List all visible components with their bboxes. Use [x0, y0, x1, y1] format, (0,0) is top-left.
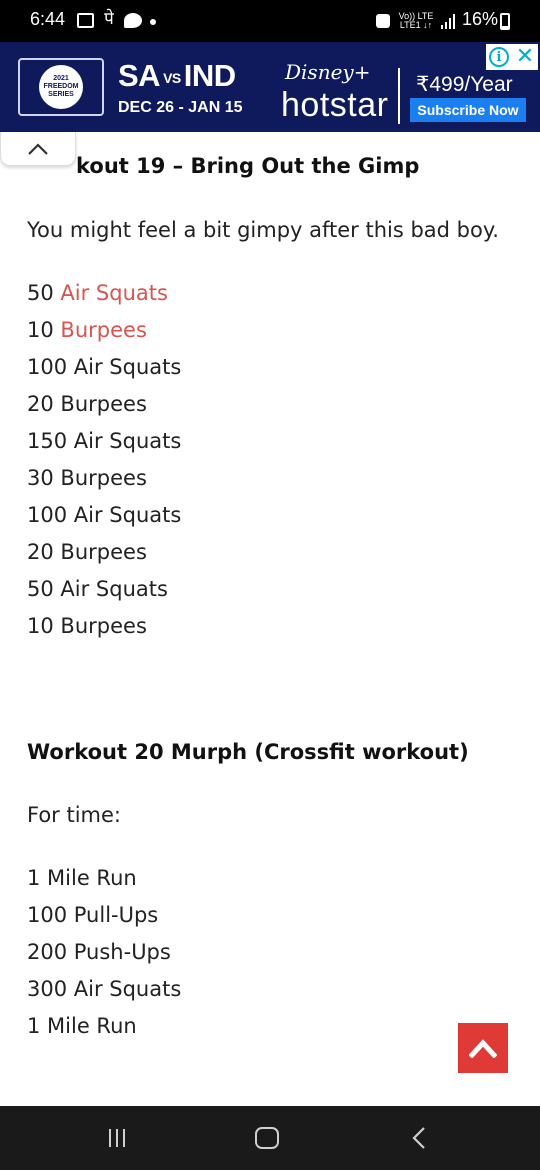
- pe-icon: पे: [104, 8, 114, 29]
- list-item: 20 Burpees: [27, 392, 147, 416]
- list-item: 300 Air Squats: [27, 977, 182, 1001]
- list-item: 10 Burpees: [27, 318, 147, 342]
- exercise: Air Squats: [73, 429, 182, 453]
- list-item: 1 Mile Run: [27, 1014, 137, 1038]
- exercise: Burpees: [60, 614, 147, 638]
- collapse-ad-button[interactable]: [0, 132, 76, 166]
- reps: 50: [27, 281, 54, 305]
- notification-dot-icon: [150, 19, 156, 25]
- exercise: Burpees: [60, 392, 147, 416]
- disney-logo: Disney+: [285, 60, 371, 84]
- navigation-bar: [0, 1106, 540, 1170]
- exercise: Burpees: [60, 540, 147, 564]
- hotstar-logo: hotstar: [281, 86, 389, 124]
- back-to-top-button[interactable]: [458, 1023, 508, 1073]
- reps: 10: [27, 614, 54, 638]
- signal-icon: [440, 13, 456, 29]
- list-item: 50 Air Squats: [27, 577, 168, 601]
- exercise-link[interactable]: Air Squats: [60, 281, 168, 305]
- ad-info-icon[interactable]: i: [486, 44, 512, 70]
- recent-apps-icon[interactable]: [104, 1124, 130, 1152]
- list-item: 20 Burpees: [27, 540, 147, 564]
- exercise-link[interactable]: Burpees: [60, 318, 146, 342]
- home-icon[interactable]: [254, 1124, 280, 1152]
- ad-divider: [398, 68, 400, 124]
- list-item: 200 Push-Ups: [27, 940, 171, 964]
- workout20-title: Workout 20 Murph (Crossfit workout): [27, 740, 469, 764]
- ad-dates: DEC 26 - JAN 15: [118, 99, 243, 116]
- ad-team-left: SA: [118, 58, 161, 93]
- ad-price: ₹499/Year: [416, 73, 513, 96]
- list-item: 150 Air Squats: [27, 429, 181, 453]
- ad-close-icon[interactable]: ✕: [512, 44, 538, 70]
- reps: 50: [27, 577, 54, 601]
- list-item: 1 Mile Run: [27, 866, 137, 890]
- workout20-intro: For time:: [27, 803, 122, 827]
- list-item: 50 Air Squats: [27, 281, 168, 305]
- series-logo: 2021 FREEDOM SERIES: [18, 58, 104, 116]
- message-icon: [124, 13, 142, 28]
- volte-indicator: Vo)) LTE LTE1 ↓↑: [398, 11, 434, 30]
- exercise: Air Squats: [73, 503, 182, 527]
- battery-icon: [500, 13, 510, 30]
- workout19-title: kout 19 – Bring Out the Gimp: [76, 154, 420, 178]
- ad-banner[interactable]: 2021 FREEDOM SERIES SA VSIND DEC 26 - JAN…: [0, 42, 540, 132]
- series-logo-text: 2021 FREEDOM SERIES: [39, 65, 83, 109]
- subscribe-now-button[interactable]: Subscribe Now: [410, 98, 526, 122]
- lock-icon: [376, 14, 390, 28]
- exercise: Air Squats: [73, 355, 182, 379]
- back-icon[interactable]: [406, 1124, 432, 1152]
- battery-percent: 16%: [462, 9, 499, 29]
- reps: 10: [27, 318, 54, 342]
- reps: 100: [27, 503, 68, 527]
- chevron-up-icon: [469, 1039, 497, 1058]
- list-item: 100 Air Squats: [27, 355, 181, 379]
- list-item: 30 Burpees: [27, 466, 147, 490]
- list-item: 100 Pull-Ups: [27, 903, 159, 927]
- reps: 100: [27, 355, 68, 379]
- reps: 30: [27, 466, 54, 490]
- workout19-intro: You might feel a bit gimpy after this ba…: [27, 218, 499, 242]
- list-item: 100 Air Squats: [27, 503, 181, 527]
- gallery-icon: [77, 13, 94, 28]
- reps: 150: [27, 429, 68, 453]
- status-bar: 6:44 पे Vo)) LTE LTE1 ↓↑ 16%: [0, 0, 540, 42]
- reps: 20: [27, 540, 54, 564]
- reps: 20: [27, 392, 54, 416]
- ad-vs: VS: [163, 69, 181, 86]
- chevron-up-icon: [28, 142, 48, 155]
- ad-team-right: IND: [183, 58, 236, 93]
- ad-match: SA VSIND: [118, 58, 236, 94]
- exercise: Burpees: [60, 466, 147, 490]
- exercise: Air Squats: [60, 577, 168, 601]
- list-item: 10 Burpees: [27, 614, 147, 638]
- status-time: 6:44: [30, 9, 66, 29]
